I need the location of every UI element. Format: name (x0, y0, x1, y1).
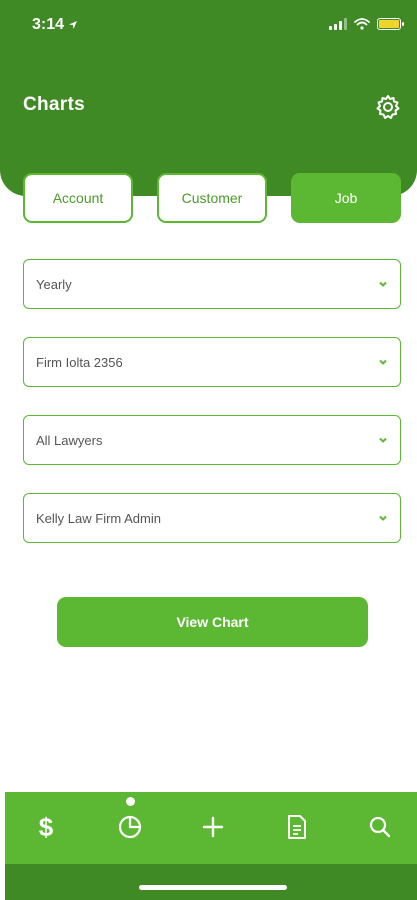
tab-job[interactable]: Job (291, 173, 401, 223)
wifi-icon (354, 18, 370, 30)
dollar-icon[interactable]: $ (31, 812, 61, 842)
chevron-down-icon (379, 515, 387, 521)
view-chart-button[interactable]: View Chart (57, 597, 368, 647)
search-icon[interactable] (365, 812, 395, 842)
chevron-down-icon (379, 281, 387, 287)
app-header: 3:14 Charts (0, 0, 417, 196)
chevron-down-icon (379, 437, 387, 443)
page-title: Charts (23, 94, 85, 115)
location-arrow-icon (69, 21, 78, 29)
active-indicator (126, 797, 135, 806)
lawyer-select[interactable]: All Lawyers (23, 415, 401, 465)
tab-customer[interactable]: Customer (157, 173, 267, 223)
home-bar-area (5, 864, 417, 900)
signal-icon (329, 18, 347, 30)
period-value: Yearly (36, 276, 72, 292)
account-value: Firm Iolta 2356 (36, 354, 123, 370)
document-icon[interactable] (282, 812, 312, 842)
home-indicator[interactable] (139, 885, 287, 890)
bottom-nav: $ (5, 792, 417, 864)
plus-icon[interactable] (198, 812, 228, 842)
period-select[interactable]: Yearly (23, 259, 401, 309)
admin-select[interactable]: Kelly Law Firm Admin (23, 493, 401, 543)
battery-icon (377, 18, 404, 30)
lawyer-value: All Lawyers (36, 432, 103, 448)
admin-value: Kelly Law Firm Admin (36, 510, 161, 526)
account-select[interactable]: Firm Iolta 2356 (23, 337, 401, 387)
status-indicators (329, 18, 404, 30)
tab-account[interactable]: Account (23, 173, 133, 223)
status-time: 3:14 (32, 16, 78, 34)
status-time-text: 3:14 (32, 16, 65, 33)
chevron-down-icon (379, 359, 387, 365)
pie-chart-icon[interactable] (115, 812, 145, 842)
gear-icon[interactable] (375, 94, 401, 120)
